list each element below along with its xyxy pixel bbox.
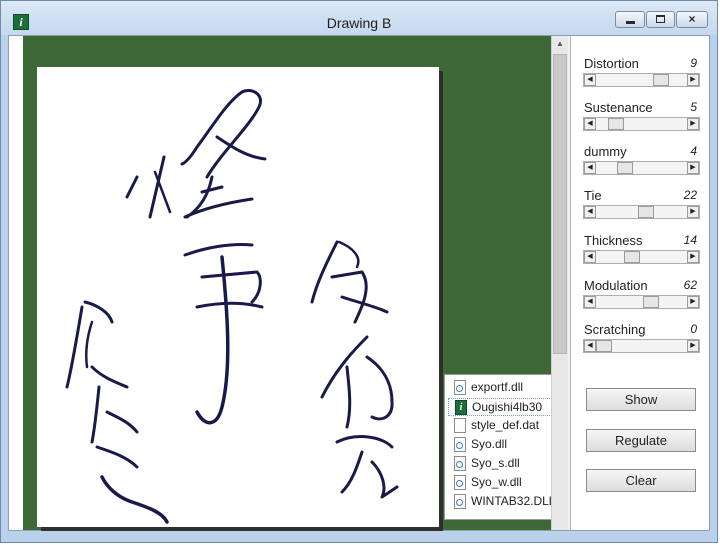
param-label: Distortion (584, 56, 639, 71)
param-dummy: dummy 4 ◀ ▶ (583, 144, 701, 184)
param-label: Sustenance (584, 100, 653, 115)
param-label: Scratching (584, 322, 645, 337)
window-title: Drawing B (1, 15, 717, 31)
param-label: Modulation (584, 278, 648, 293)
param-distortion: Distortion 9 ◀ ▶ (583, 56, 701, 96)
maximize-button[interactable] (646, 11, 675, 28)
thickness-slider[interactable]: ◀ ▶ (583, 250, 700, 264)
slider-right-arrow-icon[interactable]: ▶ (687, 118, 699, 130)
file-item-selected[interactable]: i Ougishi4lb30 (448, 398, 560, 416)
clear-button[interactable]: Clear (586, 469, 696, 492)
slider-thumb[interactable] (624, 251, 640, 263)
slider-left-arrow-icon[interactable]: ◀ (584, 162, 596, 174)
param-value: 0 (690, 322, 697, 336)
drawing-canvas-area[interactable]: exportf.dll iOugishi4lb30 style_def.dat … (23, 36, 551, 530)
param-modulation: Modulation 62 ◀ ▶ (583, 278, 701, 318)
param-label: Tie (584, 188, 602, 203)
file-name: exportf.dll (471, 380, 523, 394)
param-sustenance: Sustenance 5 ◀ ▶ (583, 100, 701, 140)
param-value: 4 (690, 144, 697, 158)
close-icon: × (677, 12, 707, 27)
param-label: dummy (584, 144, 627, 159)
file-item[interactable]: Syo.dll (448, 436, 560, 454)
minimize-icon (626, 21, 635, 24)
slider-right-arrow-icon[interactable]: ▶ (687, 206, 699, 218)
dll-file-icon (454, 456, 466, 471)
param-label: Thickness (584, 233, 643, 248)
modulation-slider[interactable]: ◀ ▶ (583, 295, 700, 309)
dll-file-icon (454, 475, 466, 490)
parameter-panel: Distortion 9 ◀ ▶ Sustenance 5 ◀ ▶ dummy (570, 36, 709, 530)
param-value: 14 (684, 233, 697, 247)
maximize-icon (656, 15, 665, 23)
slider-left-arrow-icon[interactable]: ◀ (584, 296, 596, 308)
regulate-button[interactable]: Regulate (586, 429, 696, 452)
scroll-up-icon[interactable]: ▲ (552, 36, 568, 52)
dll-file-icon (454, 380, 466, 395)
file-name: style_def.dat (471, 418, 539, 432)
minimize-button[interactable] (615, 11, 645, 28)
slider-thumb[interactable] (653, 74, 669, 86)
file-name: Ougishi4lb30 (472, 400, 542, 414)
file-item[interactable]: Syo_s.dll (448, 455, 560, 473)
slider-thumb[interactable] (608, 118, 624, 130)
param-scratching: Scratching 0 ◀ ▶ (583, 322, 701, 362)
dll-file-icon (454, 437, 466, 452)
file-item[interactable]: exportf.dll (448, 379, 560, 397)
slider-right-arrow-icon[interactable]: ▶ (687, 251, 699, 263)
slider-right-arrow-icon[interactable]: ▶ (687, 74, 699, 86)
file-name: Syo.dll (471, 437, 507, 451)
sustenance-slider[interactable]: ◀ ▶ (583, 117, 700, 131)
distortion-slider[interactable]: ◀ ▶ (583, 73, 700, 87)
left-margin (9, 36, 23, 530)
param-tie: Tie 22 ◀ ▶ (583, 188, 701, 228)
title-bar[interactable]: i Drawing B × (1, 1, 717, 35)
app-file-icon: i (455, 400, 467, 415)
slider-thumb[interactable] (638, 206, 654, 218)
calligraphy-drawing (37, 67, 439, 527)
file-list[interactable]: exportf.dll iOugishi4lb30 style_def.dat … (444, 374, 562, 520)
param-value: 22 (684, 188, 697, 202)
data-file-icon (454, 418, 466, 433)
dll-file-icon (454, 494, 466, 509)
param-value: 62 (684, 278, 697, 292)
drawing-paper[interactable] (37, 67, 439, 527)
vertical-scrollbar[interactable]: ▲ (551, 36, 568, 530)
slider-thumb[interactable] (617, 162, 633, 174)
client-area: exportf.dll iOugishi4lb30 style_def.dat … (8, 35, 710, 531)
slider-thumb[interactable] (643, 296, 659, 308)
file-name: WINTAB32.DLL (471, 494, 555, 508)
slider-thumb[interactable] (596, 340, 612, 352)
slider-left-arrow-icon[interactable]: ◀ (584, 251, 596, 263)
scroll-thumb[interactable] (553, 54, 567, 354)
slider-left-arrow-icon[interactable]: ◀ (584, 206, 596, 218)
file-name: Syo_w.dll (471, 475, 522, 489)
slider-left-arrow-icon[interactable]: ◀ (584, 340, 596, 352)
param-value: 9 (690, 56, 697, 70)
dummy-slider[interactable]: ◀ ▶ (583, 161, 700, 175)
param-value: 5 (690, 100, 697, 114)
show-button[interactable]: Show (586, 388, 696, 411)
slider-right-arrow-icon[interactable]: ▶ (687, 296, 699, 308)
param-thickness: Thickness 14 ◀ ▶ (583, 233, 701, 273)
scratching-slider[interactable]: ◀ ▶ (583, 339, 700, 353)
file-name: Syo_s.dll (471, 456, 520, 470)
slider-right-arrow-icon[interactable]: ▶ (687, 162, 699, 174)
app-window: i Drawing B × (0, 0, 718, 543)
slider-left-arrow-icon[interactable]: ◀ (584, 118, 596, 130)
slider-left-arrow-icon[interactable]: ◀ (584, 74, 596, 86)
close-button[interactable]: × (676, 11, 708, 28)
file-item[interactable]: WINTAB32.DLL (448, 493, 560, 511)
file-item[interactable]: style_def.dat (448, 417, 560, 435)
file-item[interactable]: Syo_w.dll (448, 474, 560, 492)
tie-slider[interactable]: ◀ ▶ (583, 205, 700, 219)
slider-right-arrow-icon[interactable]: ▶ (687, 340, 699, 352)
